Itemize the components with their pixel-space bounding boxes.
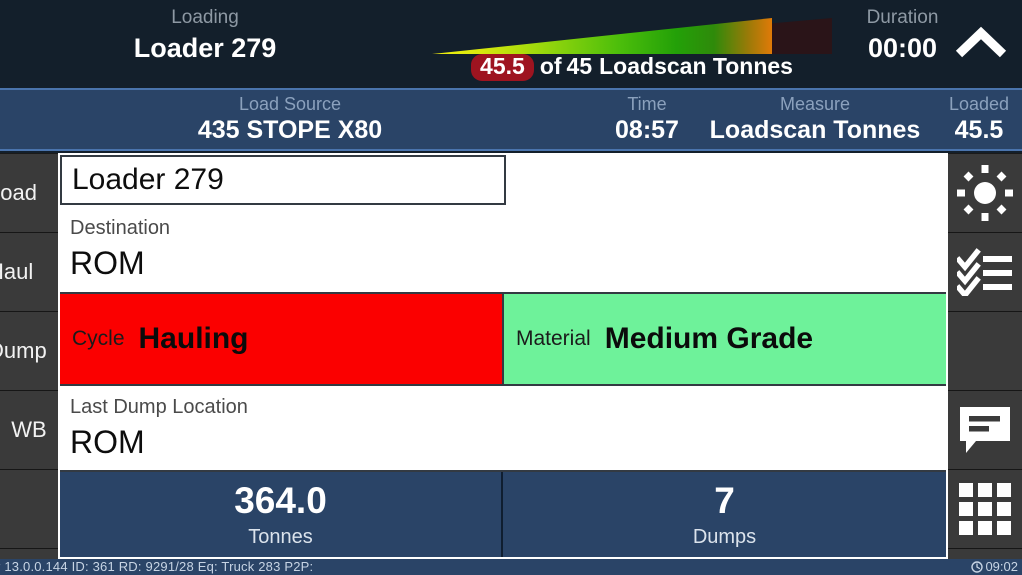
material-caption: Material xyxy=(516,327,591,350)
measure-value: Loadscan Tonnes xyxy=(709,116,921,144)
time-value: 08:57 xyxy=(615,116,679,144)
stat-dumps-value: 7 xyxy=(714,479,735,521)
right-sidebar xyxy=(948,153,1022,559)
sidebar-item-empty xyxy=(0,470,58,549)
measure-caption: Measure xyxy=(779,94,851,114)
checklist-button[interactable] xyxy=(948,233,1022,312)
loading-state-block: Loading Loader 279 xyxy=(60,5,350,65)
status-bar: r 13.0.0.144 ID: 361 RD: 9291/28 Eq: Tru… xyxy=(0,559,1022,575)
left-sidebar: Load Haul Dump WB xyxy=(0,153,58,559)
unit-title-field[interactable]: Loader 279 xyxy=(60,155,506,205)
loading-state-caption: Loading xyxy=(171,7,239,28)
info-bar: Load Source 435 STOPE X80 Time 08:57 Mea… xyxy=(0,88,1022,151)
material-value: Medium Grade xyxy=(604,322,814,355)
cycle-caption: Cycle xyxy=(72,327,125,350)
status-bar-clock: 09:02 xyxy=(971,559,1018,575)
time-caption: Time xyxy=(627,94,667,114)
brightness-sun-icon xyxy=(957,165,1013,221)
sidebar-right-empty-slot xyxy=(948,312,1022,391)
last-dump-value: ROM xyxy=(70,424,145,460)
chevron-up-icon xyxy=(955,26,1007,58)
load-source-value: 435 STOPE X80 xyxy=(197,116,383,144)
last-dump-block[interactable]: Last Dump Location ROM xyxy=(60,384,946,472)
sidebar-item-wb-label: WB xyxy=(11,417,47,442)
sidebar-item-load-label: Load xyxy=(0,180,37,205)
status-bar-info: r 13.0.0.144 ID: 361 RD: 9291/28 Eq: Tru… xyxy=(0,559,314,574)
sidebar-item-haul-label: Haul xyxy=(0,259,34,284)
sidebar-item-wb[interactable]: WB xyxy=(0,391,58,470)
load-gauge xyxy=(432,18,832,54)
stat-dumps[interactable]: 7 Dumps xyxy=(503,472,946,557)
collapse-header-button[interactable] xyxy=(948,14,1014,74)
load-gauge-label: 45.5 of 45 Loadscan Tonnes xyxy=(432,53,832,81)
application-root: Loading Loader 279 45.5 of 45 Loadscan Tonn… xyxy=(0,0,1022,575)
message-chat-icon xyxy=(960,407,1010,453)
clock-icon xyxy=(971,561,984,573)
duration-block: Duration 00:00 xyxy=(840,5,965,65)
duration-value: 00:00 xyxy=(867,33,938,63)
sidebar-item-haul[interactable]: Haul xyxy=(0,233,58,312)
main-content: Loader 279 Destination ROM Cycle Hauling… xyxy=(58,153,948,559)
stats-row: 364.0 Tonnes 7 Dumps xyxy=(60,472,946,557)
cycle-panel[interactable]: Cycle Hauling xyxy=(60,294,504,384)
apps-grid-button[interactable] xyxy=(948,470,1022,549)
cycle-value: Hauling xyxy=(138,322,249,355)
grid-apps-icon xyxy=(959,483,1011,535)
loaded-caption: Loaded xyxy=(948,94,1010,114)
stat-dumps-caption: Dumps xyxy=(692,525,757,548)
sidebar-item-dump[interactable]: Dump xyxy=(0,312,58,391)
destination-block[interactable]: Destination ROM xyxy=(60,207,946,294)
header-bar: Loading Loader 279 45.5 of 45 Loadscan Tonn… xyxy=(0,0,1022,88)
brightness-button[interactable] xyxy=(948,154,1022,233)
stat-tonnes-value: 364.0 xyxy=(234,479,327,521)
last-dump-caption: Last Dump Location xyxy=(70,396,248,418)
destination-value: ROM xyxy=(70,245,145,281)
load-gauge-target: 45 xyxy=(566,53,593,79)
unit-title-value: Loader 279 xyxy=(72,163,224,196)
loading-state-value: Loader 279 xyxy=(133,33,277,63)
status-bar-clock-value: 09:02 xyxy=(985,559,1018,574)
stat-tonnes-caption: Tonnes xyxy=(248,525,313,548)
checklist-icon xyxy=(957,248,1012,296)
load-gauge-unit: Loadscan Tonnes xyxy=(599,53,793,79)
duration-caption: Duration xyxy=(866,7,939,28)
material-panel[interactable]: Material Medium Grade xyxy=(504,294,946,384)
load-gauge-current-badge: 45.5 xyxy=(471,54,534,81)
load-gauge-of-text: of xyxy=(539,53,562,79)
messages-button[interactable] xyxy=(948,391,1022,470)
load-source-caption: Load Source xyxy=(238,94,342,114)
stat-tonnes[interactable]: 364.0 Tonnes xyxy=(60,472,503,557)
status-row: Cycle Hauling Material Medium Grade xyxy=(60,294,946,384)
sidebar-item-load[interactable]: Load xyxy=(0,154,58,233)
loaded-value: 45.5 xyxy=(954,116,1004,144)
sidebar-item-dump-label: Dump xyxy=(0,338,47,363)
load-gauge-fill xyxy=(432,18,772,54)
destination-caption: Destination xyxy=(70,217,171,239)
